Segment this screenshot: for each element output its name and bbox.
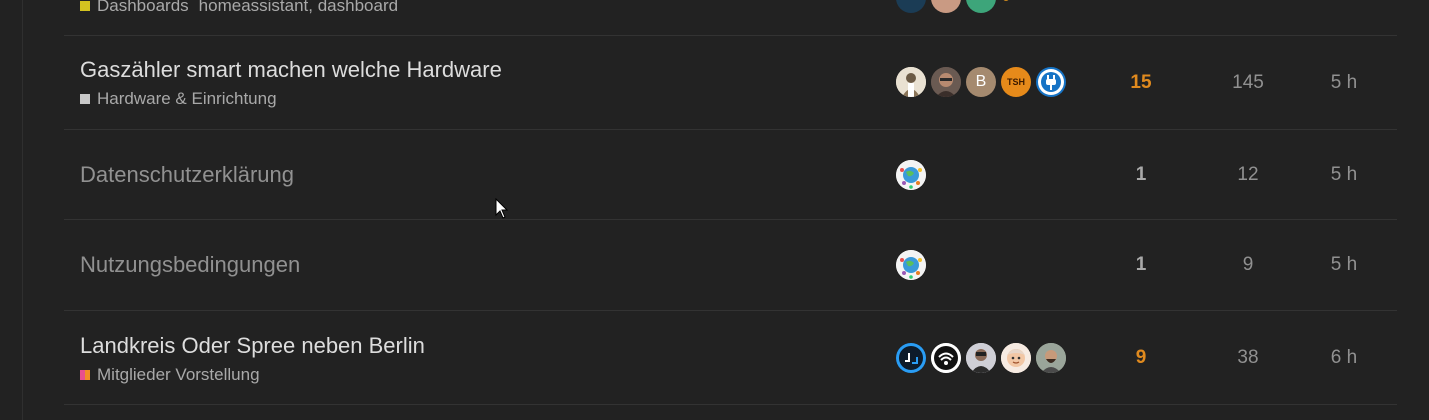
topic-category[interactable]: Mitglieder Vorstellung [80,365,260,385]
avatar[interactable] [1001,0,1031,13]
topic-tags[interactable]: homeassistant, dashboard [199,0,398,16]
avatar[interactable] [931,0,961,13]
reply-count[interactable]: 15 [1111,72,1171,94]
reply-count[interactable]: 1 [1111,254,1171,276]
posters [896,343,1066,373]
avatar-letter[interactable]: B [966,67,996,97]
avatar-photo-icon[interactable] [966,343,996,373]
topic-row[interactable]: Nutzungsbedingungen 1 9 5 h [64,220,1397,311]
globe-avatar-icon[interactable] [896,160,926,190]
sidebar-divider [22,0,23,420]
plug-icon[interactable] [1036,67,1066,97]
last-activity[interactable]: 5 h [1314,254,1374,276]
category-swatch [80,370,90,380]
mouse-cursor-icon [495,198,509,219]
last-activity[interactable]: 5 h [1314,164,1374,186]
reply-count[interactable]: 1 [1111,164,1171,186]
topic-row[interactable]: Dashboards homeassistant, dashboard [64,0,1397,36]
wifi-avatar-icon[interactable] [931,343,961,373]
category-label: Dashboards [97,0,189,15]
avatar-letter-text: B [975,73,987,90]
reply-count[interactable]: 9 [1111,347,1171,369]
avatar-monogram[interactable]: TSH [1001,67,1031,97]
posters [896,0,1031,13]
memoji-avatar-icon[interactable] [1001,343,1031,373]
posters [896,250,926,280]
view-count: 12 [1237,164,1259,185]
topic-title[interactable]: Nutzungsbedingungen [80,252,300,278]
posters: B TSH [896,67,1066,97]
view-count: 9 [1242,254,1254,275]
topic-row[interactable]: Landkreis Oder Spree neben Berlin Mitgli… [64,311,1397,405]
topic-title[interactable]: Landkreis Oder Spree neben Berlin [80,333,425,359]
category-swatch [80,94,90,104]
view-count: 145 [1232,72,1264,93]
avatar-monogram-text: TSH [1007,77,1025,87]
topic-row[interactable]: Datenschutzerklärung 1 12 5 h [64,130,1397,220]
last-activity[interactable]: 5 h [1314,72,1374,94]
avatar-photo-icon[interactable] [1036,343,1066,373]
posters [896,160,926,190]
topic-category[interactable]: Hardware & Einrichtung [80,89,277,109]
last-activity[interactable]: 6 h [1314,347,1374,369]
globe-avatar-icon[interactable] [896,250,926,280]
category-swatch [80,1,90,11]
avatar-photo-icon[interactable] [931,67,961,97]
topic-title[interactable]: Gaszähler smart machen welche Hardware [80,57,502,83]
topic-row[interactable]: Gaszähler smart machen welche Hardware H… [64,35,1397,130]
avatar-logo-icon[interactable] [896,343,926,373]
avatar[interactable] [966,0,996,13]
topic-title[interactable]: Datenschutzerklärung [80,162,294,188]
avatar-portrait-icon[interactable] [896,67,926,97]
avatar[interactable] [896,0,926,13]
view-count: 38 [1237,347,1259,368]
category-label: Hardware & Einrichtung [97,89,277,108]
topic-category[interactable]: Dashboards homeassistant, dashboard [80,0,398,16]
category-label: Mitglieder Vorstellung [97,365,260,384]
